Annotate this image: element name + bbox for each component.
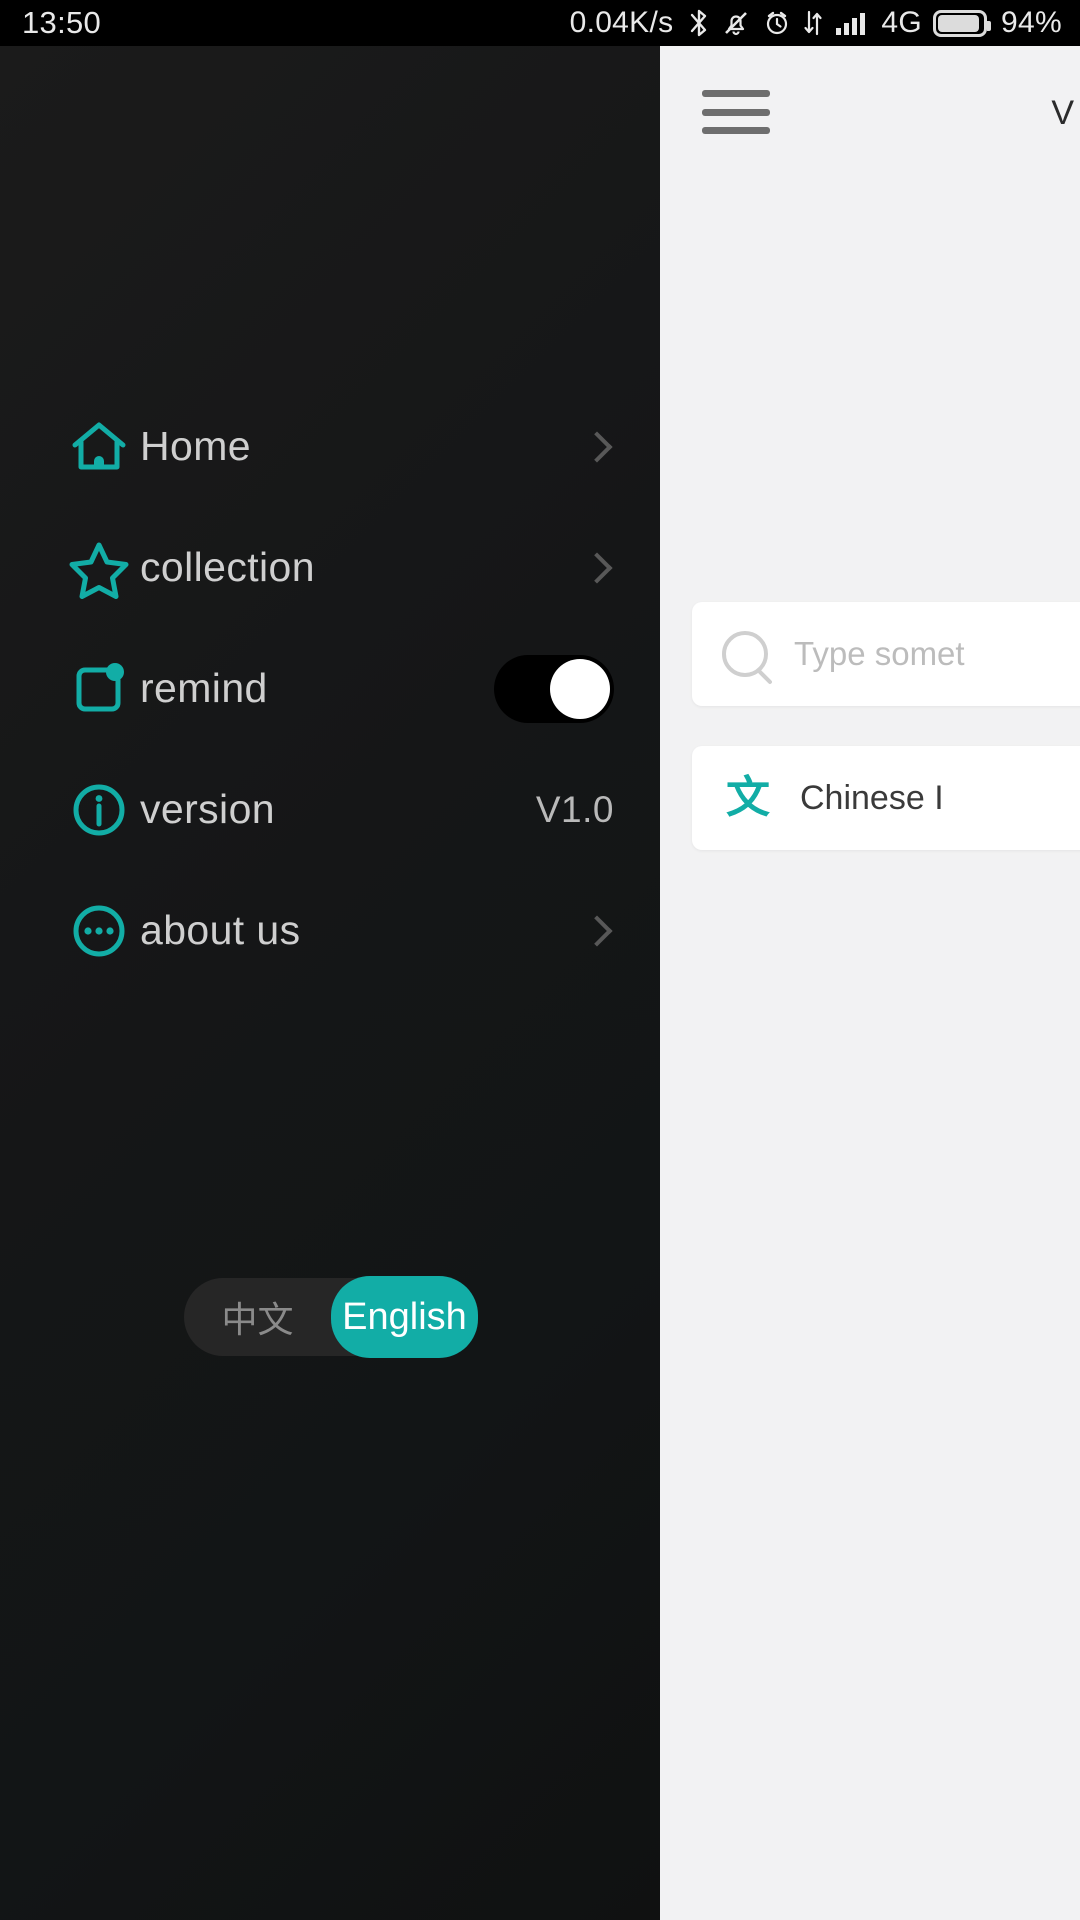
navigation-drawer: Home collection remind version V1.0 abou…: [0, 46, 660, 1920]
row-accessory: [494, 654, 614, 723]
sidebar-item-home[interactable]: Home: [0, 386, 660, 507]
hamburger-menu-icon[interactable]: [702, 86, 770, 138]
language-option-chinese[interactable]: 中文: [184, 1278, 331, 1356]
app-screen: 13:50 0.04K/s 4G 94% V Type somet 文 Chin…: [0, 0, 1080, 1920]
home-icon: [68, 416, 140, 478]
data-transfer-icon: [803, 8, 823, 38]
chevron-right-icon: [581, 551, 613, 584]
sidebar-item-label: collection: [140, 544, 315, 590]
sidebar-item-label: about us: [140, 907, 301, 953]
bluetooth-icon: [688, 8, 710, 38]
bell-muted-icon: [721, 8, 751, 38]
chevron-right-icon: [581, 914, 613, 947]
status-bar-right: 0.04K/s 4G 94%: [570, 6, 1062, 40]
chinese-input-card[interactable]: 文 Chinese I: [692, 746, 1080, 850]
more-circle-icon: [68, 900, 140, 962]
status-bar: 13:50 0.04K/s 4G 94%: [0, 0, 1080, 46]
language-switch[interactable]: 中文 English: [184, 1276, 478, 1358]
row-accessory: [581, 430, 614, 463]
search-input[interactable]: Type somet: [692, 602, 1080, 706]
battery-percent: 94%: [1001, 6, 1062, 39]
status-time: 13:50: [22, 5, 102, 40]
sidebar-item-remind[interactable]: remind: [0, 628, 660, 749]
star-icon: [68, 537, 140, 599]
row-accessory: V1.0: [536, 789, 614, 831]
drawer-menu: Home collection remind version V1.0 abou…: [0, 386, 660, 991]
signal-bars-icon: [834, 8, 870, 38]
sidebar-item-about-us[interactable]: about us: [0, 870, 660, 991]
row-accessory: [581, 914, 614, 947]
chinese-character-icon: 文: [726, 773, 770, 822]
remind-icon: [68, 658, 140, 720]
version-value: V1.0: [535, 788, 614, 830]
hamburger-bar: [702, 108, 770, 116]
network-speed: 0.04K/s: [569, 6, 674, 39]
sidebar-item-label: version: [140, 786, 275, 832]
chevron-right-icon: [581, 430, 613, 463]
language-option-english[interactable]: English: [331, 1276, 478, 1358]
main-content-panel: V Type somet 文 Chinese I: [660, 46, 1080, 1920]
alarm-clock-icon: [762, 8, 792, 38]
info-icon: [68, 779, 140, 841]
network-type: 4G: [881, 6, 923, 39]
sidebar-item-label: Home: [140, 423, 251, 469]
status-bar-left: 13:50: [22, 5, 101, 41]
battery-icon: [933, 9, 992, 37]
chinese-input-label: Chinese I: [800, 778, 944, 817]
sidebar-item-version[interactable]: version V1.0: [0, 749, 660, 870]
hamburger-bar: [702, 90, 770, 97]
remind-toggle[interactable]: [494, 654, 614, 723]
search-icon: [722, 631, 768, 677]
sidebar-item-label: remind: [140, 665, 268, 711]
toggle-knob: [550, 658, 610, 719]
row-accessory: [581, 551, 614, 584]
search-placeholder: Type somet: [794, 635, 965, 672]
hamburger-bar: [702, 127, 770, 134]
main-title: V: [1051, 94, 1074, 132]
sidebar-item-collection[interactable]: collection: [0, 507, 660, 628]
